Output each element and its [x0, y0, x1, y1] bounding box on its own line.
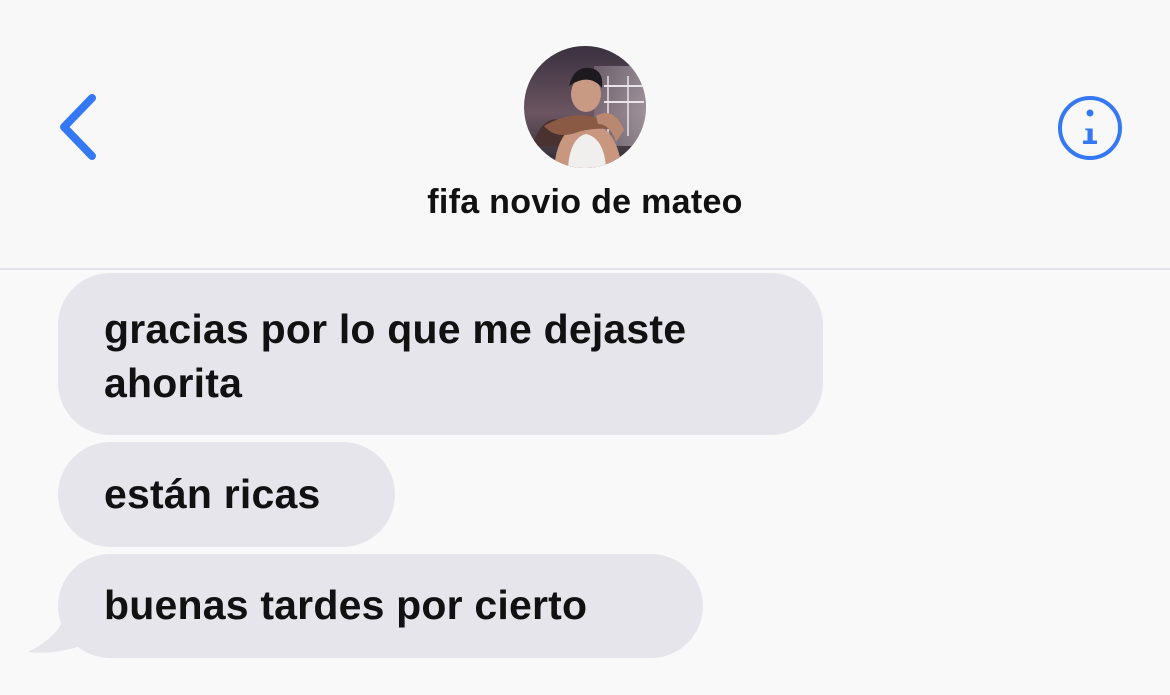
message-bubble[interactable]: buenas tardes por cierto: [58, 554, 703, 658]
info-circle-icon: ı: [1058, 96, 1122, 160]
back-button[interactable]: [52, 90, 112, 164]
message-text-line: gracias por lo que me dejaste: [104, 306, 687, 352]
info-glyph: ı: [1084, 117, 1095, 152]
avatar-photo: [524, 46, 646, 168]
avatar[interactable]: [524, 46, 646, 168]
chevron-left-icon: [60, 94, 96, 160]
message-text-line: ahorita: [104, 360, 243, 406]
message-thread: gracias por lo que me dejaste ahorita es…: [0, 270, 1170, 695]
contact-name[interactable]: fifa novio de mateo: [0, 183, 1170, 222]
conversation-header: fifa novio de mateo ı: [0, 0, 1170, 270]
message-text: están ricas: [104, 471, 321, 517]
message-text: buenas tardes por cierto: [104, 582, 588, 628]
message-bubble[interactable]: están ricas: [58, 442, 395, 547]
conversation-screen: fifa novio de mateo ı gracias por lo que…: [0, 0, 1170, 695]
info-button[interactable]: ı: [1054, 92, 1126, 164]
message-bubble[interactable]: gracias por lo que me dejaste ahorita: [58, 273, 823, 435]
